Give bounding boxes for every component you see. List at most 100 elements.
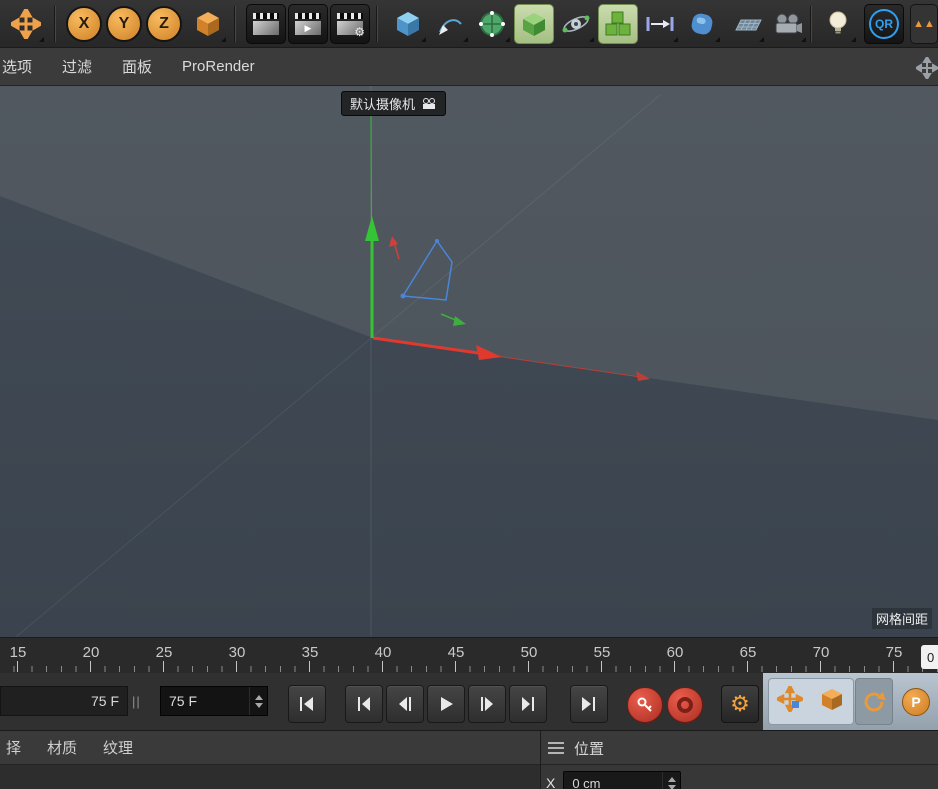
axis-band-icon: ▲▲ bbox=[913, 18, 935, 30]
keyframe-settings-button[interactable]: ⚙ bbox=[721, 685, 759, 723]
goto-next-key-button[interactable] bbox=[509, 685, 547, 723]
floor-grid-icon bbox=[730, 12, 762, 36]
timeline-marker[interactable]: 0 bbox=[921, 645, 938, 669]
spline-pen-button[interactable] bbox=[430, 4, 470, 44]
coordinates-header: 位置 bbox=[548, 731, 604, 765]
x-spinner-arrows[interactable] bbox=[662, 772, 680, 789]
ruler-label: 55 bbox=[594, 644, 611, 661]
render-area-icon: ⚙ bbox=[337, 21, 363, 35]
menu-filter[interactable]: 过滤 bbox=[62, 56, 92, 77]
hamburger-icon[interactable] bbox=[548, 742, 564, 754]
frame-spinner-arrows[interactable] bbox=[249, 687, 267, 715]
dropdown-corner-icon bbox=[715, 37, 720, 42]
x-position-field[interactable]: 0 cm bbox=[563, 771, 681, 789]
spin-down-icon[interactable] bbox=[668, 785, 676, 789]
ruler-label: 40 bbox=[375, 644, 392, 661]
spin-down-icon[interactable] bbox=[255, 703, 263, 708]
primitive-cube-button[interactable] bbox=[388, 4, 428, 44]
timeline-range-display[interactable]: 75 F bbox=[0, 686, 128, 716]
goto-next-frame-button[interactable] bbox=[468, 685, 506, 723]
top-toolbar: X Y Z ▶ bbox=[0, 0, 938, 48]
viewport-canvas[interactable]: 默认摄像机 网格间距 bbox=[0, 86, 938, 637]
record-parameter-toggle[interactable]: P bbox=[897, 678, 935, 725]
mograph-cloner-button[interactable] bbox=[598, 4, 638, 44]
render-settings-button[interactable]: ⚙ bbox=[330, 4, 370, 44]
deformer-button[interactable] bbox=[682, 4, 722, 44]
toolbar-separator bbox=[376, 6, 377, 42]
record-scale-toggle[interactable] bbox=[819, 686, 845, 717]
play-button[interactable] bbox=[427, 685, 465, 723]
prev-frame-icon bbox=[397, 697, 413, 711]
ruler-major-ticks bbox=[0, 661, 938, 672]
render-area-icon: ▶ bbox=[295, 21, 321, 35]
timeline-ruler[interactable]: 15 20 25 30 35 40 45 50 55 60 65 70 75 0 bbox=[0, 637, 938, 673]
current-frame-value: 75 F bbox=[161, 693, 197, 709]
render-area-icon bbox=[253, 21, 279, 35]
camera-icon bbox=[773, 13, 803, 35]
viewport-scene bbox=[0, 86, 938, 637]
keying-panel: P bbox=[763, 673, 938, 730]
ruler-label: 25 bbox=[156, 644, 173, 661]
record-keyframe-button[interactable] bbox=[627, 687, 663, 723]
lock-y-button[interactable]: Y bbox=[106, 6, 142, 42]
parameter-icon: P bbox=[902, 688, 930, 716]
qr-badge-button[interactable]: QR bbox=[864, 4, 904, 44]
range-handle[interactable]: || bbox=[132, 686, 141, 716]
spin-up-icon[interactable] bbox=[255, 695, 263, 700]
render-view-button[interactable] bbox=[246, 4, 286, 44]
current-frame-spinner[interactable]: 75 F bbox=[160, 686, 268, 716]
grid-spacing-hud: 网格间距 bbox=[872, 608, 932, 629]
record-channels-group bbox=[768, 678, 854, 725]
camera-label-text: 默认摄像机 bbox=[350, 94, 415, 113]
menu-panel[interactable]: 面板 bbox=[122, 56, 152, 77]
record-ring-icon bbox=[677, 697, 693, 713]
menu-material[interactable]: 材质 bbox=[47, 737, 77, 758]
dropdown-corner-icon bbox=[801, 37, 806, 42]
gear-icon: ⚙ bbox=[354, 26, 365, 38]
ruler-label: 45 bbox=[448, 644, 465, 661]
play-icon bbox=[438, 697, 454, 711]
filmstrip-icon bbox=[253, 13, 279, 19]
goto-prev-frame-button[interactable] bbox=[386, 685, 424, 723]
menu-options[interactable]: 选项 bbox=[2, 56, 32, 77]
goto-end-button[interactable] bbox=[570, 685, 608, 723]
axis-x-label: X bbox=[79, 15, 90, 33]
render-picture-viewer-button[interactable]: ▶ bbox=[288, 4, 328, 44]
coordinate-system-button[interactable] bbox=[188, 4, 228, 44]
viewport-pan-icon[interactable] bbox=[916, 57, 938, 83]
goto-start-button[interactable] bbox=[288, 685, 326, 723]
prev-key-icon bbox=[356, 697, 372, 711]
axis-z-label: Z bbox=[159, 15, 169, 33]
array-atom-button[interactable] bbox=[556, 4, 596, 44]
lock-z-button[interactable]: Z bbox=[146, 6, 182, 42]
qr-icon: QR bbox=[869, 9, 899, 39]
goto-prev-key-button[interactable] bbox=[345, 685, 383, 723]
lock-x-button[interactable]: X bbox=[66, 6, 102, 42]
coordinates-x-row: X 0 cm bbox=[546, 771, 681, 789]
character-joint-button[interactable] bbox=[640, 4, 680, 44]
axis-band-partial-button[interactable]: ▲▲ bbox=[910, 4, 938, 44]
move-tool-button[interactable] bbox=[6, 4, 46, 44]
subdivision-surface-button[interactable] bbox=[472, 4, 512, 44]
camera-hud-icon bbox=[421, 98, 437, 110]
light-button[interactable] bbox=[818, 4, 858, 44]
camera-button[interactable] bbox=[768, 4, 808, 44]
autokey-button[interactable] bbox=[667, 687, 703, 723]
spin-up-icon[interactable] bbox=[668, 777, 676, 782]
environment-floor-button[interactable] bbox=[726, 4, 766, 44]
atom-icon bbox=[561, 9, 591, 39]
cloner-cubes-icon bbox=[603, 9, 633, 39]
cube-icon bbox=[394, 10, 422, 38]
menu-texture[interactable]: 纹理 bbox=[103, 737, 133, 758]
record-rotation-toggle[interactable] bbox=[855, 678, 893, 725]
record-position-toggle[interactable] bbox=[777, 686, 803, 717]
camera-hud-label[interactable]: 默认摄像机 bbox=[341, 91, 446, 116]
next-frame-icon bbox=[479, 697, 495, 711]
transport-bar: 75 F || 75 F bbox=[0, 673, 938, 730]
volume-builder-button[interactable] bbox=[514, 4, 554, 44]
cinema4d-window: X Y Z ▶ bbox=[0, 0, 938, 789]
ruler-label: 15 bbox=[10, 644, 27, 661]
menu-prorender[interactable]: ProRender bbox=[182, 58, 255, 75]
coordinates-title: 位置 bbox=[574, 738, 604, 759]
menu-select[interactable]: 择 bbox=[6, 737, 21, 758]
